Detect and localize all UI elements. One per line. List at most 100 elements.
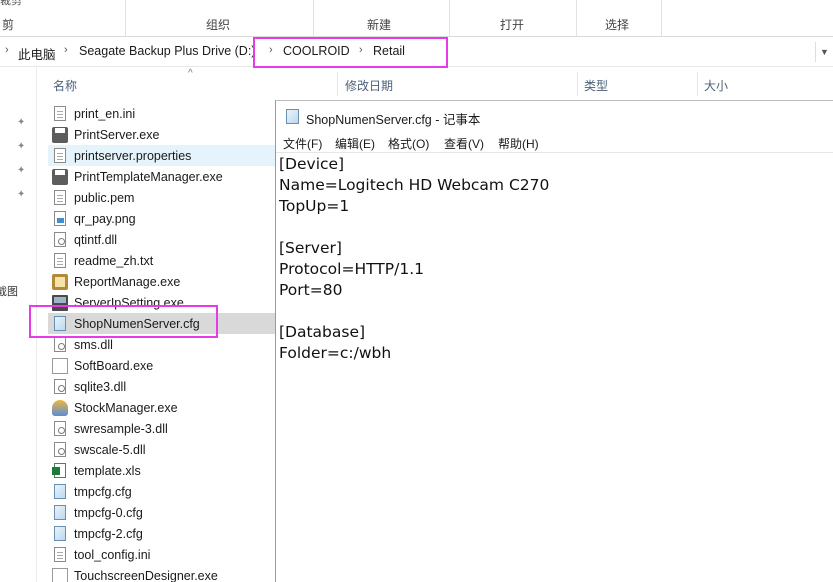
- file-name: qr_pay.png: [74, 211, 136, 226]
- notepad-text-line: Protocol=HTTP/1.1: [279, 260, 424, 278]
- ribbon-group-open[interactable]: 打开: [500, 16, 524, 32]
- file-name: readme_zh.txt: [74, 253, 154, 268]
- highlight-box-breadcrumb: [253, 37, 448, 68]
- file-row[interactable]: print_en.ini: [48, 103, 276, 124]
- chevron-right-icon[interactable]: ›: [64, 44, 68, 56]
- sort-ascending-icon: ^: [188, 68, 193, 79]
- file-name: StockManager.exe: [74, 400, 178, 415]
- menu-edit[interactable]: 编辑(E): [335, 135, 375, 152]
- nav-item-partial[interactable]: 截图: [0, 283, 18, 299]
- file-row[interactable]: PrintTemplateManager.exe: [48, 166, 276, 187]
- notepad-text-area[interactable]: [Device] Name=Logitech HD Webcam C270 TopU…: [276, 153, 833, 582]
- column-headers: ^ 名称 修改日期 类型 大小: [0, 68, 833, 100]
- file-name: swresample-3.dll: [74, 421, 168, 436]
- report-app-icon: [52, 273, 68, 290]
- notepad-menu-bar: 文件(F) 编辑(E) 格式(O) 查看(V) 帮助(H): [276, 131, 833, 153]
- ribbon-separator: [449, 0, 450, 36]
- file-name: printserver.properties: [74, 148, 192, 163]
- column-divider[interactable]: [697, 72, 698, 96]
- file-row[interactable]: qr_pay.png: [48, 208, 276, 229]
- menu-format[interactable]: 格式(O): [388, 135, 429, 152]
- ribbon-group-select[interactable]: 选择: [605, 16, 629, 32]
- ribbon-separator: [313, 0, 314, 36]
- file-name: tmpcfg-2.cfg: [74, 526, 143, 541]
- file-row[interactable]: tmpcfg-0.cfg: [48, 502, 276, 523]
- ribbon-separator: [576, 0, 577, 36]
- notepad-title: ShopNumenServer.cfg - 记事本: [306, 113, 481, 127]
- file-name: TouchscreenDesigner.exe: [74, 568, 218, 582]
- ribbon-group-clipboard[interactable]: 剪贴板: [0, 16, 14, 32]
- app-icon: [52, 357, 68, 374]
- file-row[interactable]: public.pem: [48, 187, 276, 208]
- notepad-text-line: [Device]: [279, 155, 345, 173]
- dll-icon: [54, 337, 66, 352]
- pin-icon[interactable]: ✦: [17, 117, 27, 128]
- menu-view[interactable]: 查看(V): [444, 135, 484, 152]
- file-row[interactable]: StockManager.exe: [48, 397, 276, 418]
- pin-icon[interactable]: ✦: [17, 141, 27, 152]
- notepad-text-line: Folder=c:/wbh: [279, 344, 392, 362]
- file-row[interactable]: readme_zh.txt: [48, 250, 276, 271]
- file-name: qtintf.dll: [74, 232, 118, 247]
- column-divider[interactable]: [337, 72, 338, 96]
- notepad-text-line: [279, 301, 833, 322]
- pin-icon[interactable]: ✦: [17, 189, 27, 200]
- file-name: public.pem: [74, 190, 135, 205]
- notepad-file-icon: [286, 109, 299, 124]
- pin-icon[interactable]: ✦: [17, 165, 27, 176]
- document-icon: [54, 190, 66, 205]
- column-divider[interactable]: [577, 72, 578, 96]
- column-header-size[interactable]: 大小: [704, 77, 728, 94]
- document-icon: [54, 547, 66, 562]
- notepad-text-line: Port=80: [279, 281, 343, 299]
- document-icon: [54, 106, 66, 121]
- dll-icon: [54, 442, 66, 457]
- file-row[interactable]: tmpcfg-2.cfg: [48, 523, 276, 544]
- file-row[interactable]: sqlite3.dll: [48, 376, 276, 397]
- excel-icon: [52, 463, 66, 478]
- notepad-text-line: Name=Logitech HD Webcam C270: [279, 176, 550, 194]
- config-icon: [54, 484, 66, 499]
- printer-icon: [52, 126, 68, 143]
- notepad-text-line: [Database]: [279, 323, 366, 341]
- file-row[interactable]: SoftBoard.exe: [48, 355, 276, 376]
- app-icon: [52, 567, 68, 582]
- file-row[interactable]: swresample-3.dll: [48, 418, 276, 439]
- file-row[interactable]: qtintf.dll: [48, 229, 276, 250]
- chevron-right-icon[interactable]: ›: [5, 44, 9, 56]
- column-header-modified[interactable]: 修改日期: [345, 77, 393, 94]
- file-name: swscale-5.dll: [74, 442, 146, 457]
- file-row[interactable]: printserver.properties: [48, 145, 276, 166]
- breadcrumb-drive[interactable]: Seagate Backup Plus Drive (D:): [79, 44, 255, 58]
- file-row[interactable]: ReportManage.exe: [48, 271, 276, 292]
- column-header-name[interactable]: 名称: [53, 77, 77, 94]
- file-row[interactable]: tmpcfg.cfg: [48, 481, 276, 502]
- column-header-type[interactable]: 类型: [584, 77, 608, 94]
- file-row[interactable]: tool_config.ini: [48, 544, 276, 565]
- notepad-title-bar[interactable]: ShopNumenServer.cfg - 记事本: [276, 101, 833, 131]
- ribbon-group-new[interactable]: 新建: [367, 16, 391, 32]
- dll-icon: [54, 421, 66, 436]
- file-row[interactable]: TouchscreenDesigner.exe: [48, 565, 276, 582]
- file-name: PrintTemplateManager.exe: [74, 169, 223, 184]
- file-name: SoftBoard.exe: [74, 358, 154, 373]
- notepad-text-line: TopUp=1: [279, 197, 350, 215]
- ribbon: 裁剪 剪贴板 组织 新建 打开 选择: [0, 0, 833, 37]
- breadcrumb-this-pc[interactable]: 此电脑: [18, 44, 56, 63]
- file-name: tool_config.ini: [74, 547, 151, 562]
- chevron-down-icon[interactable]: ▼: [815, 42, 833, 62]
- ribbon-separator: [125, 0, 126, 36]
- file-row[interactable]: PrintServer.exe: [48, 124, 276, 145]
- notepad-text-line: [Server]: [279, 239, 342, 257]
- ribbon-group-organize[interactable]: 组织: [206, 16, 230, 32]
- file-row[interactable]: template.xls: [48, 460, 276, 481]
- notepad-window[interactable]: ShopNumenServer.cfg - 记事本 文件(F) 编辑(E) 格式…: [275, 100, 833, 582]
- ribbon-separator: [661, 0, 662, 36]
- file-name: sqlite3.dll: [74, 379, 127, 394]
- document-icon: [54, 253, 66, 268]
- file-name: PrintServer.exe: [74, 127, 160, 142]
- menu-file[interactable]: 文件(F): [283, 135, 322, 152]
- menu-help[interactable]: 帮助(H): [498, 135, 539, 152]
- file-row[interactable]: swscale-5.dll: [48, 439, 276, 460]
- image-icon: [54, 211, 66, 226]
